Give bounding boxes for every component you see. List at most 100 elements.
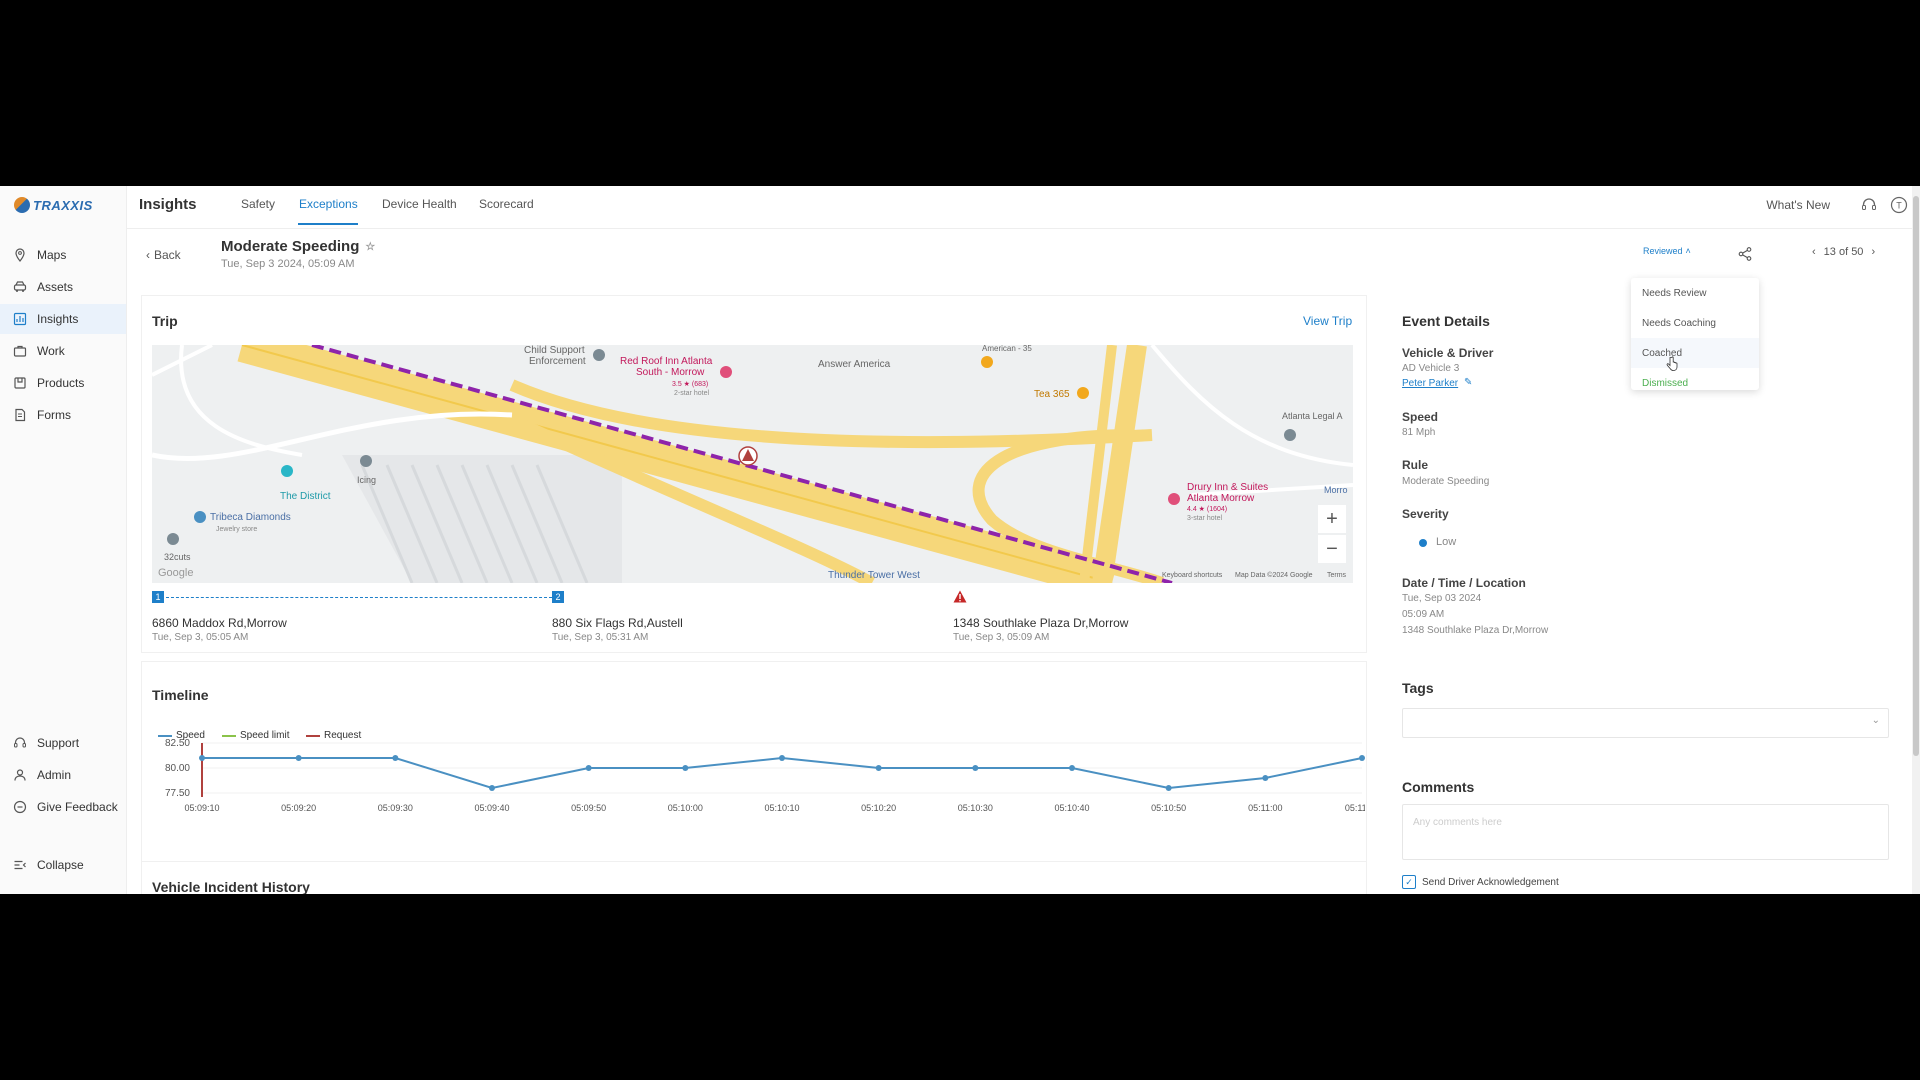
x-tick-label: 05:09:10 [184,803,219,813]
tab-scorecard[interactable]: Scorecard [479,197,534,211]
trip-map[interactable]: Child Support Enforcement Red Roof Inn A… [152,345,1353,583]
tab-safety[interactable]: Safety [241,197,275,211]
edit-pencil-icon[interactable]: ✎ [1464,377,1472,388]
x-tick-label: 05:09:50 [571,803,606,813]
x-tick-label: 05:09:30 [378,803,413,813]
speed-data-point [585,765,592,771]
zoom-out-button[interactable]: − [1318,535,1346,563]
tab-device-health[interactable]: Device Health [382,197,457,211]
send-driver-acknowledgement[interactable]: ✓ Send Driver Acknowledgement [1402,875,1559,889]
event-date: Tue, Sep 03 2024 [1402,593,1482,604]
user-avatar-icon[interactable]: T [1890,196,1908,214]
zoom-in-button[interactable]: + [1318,505,1346,533]
support-headset-icon[interactable] [1860,196,1878,214]
map-label: South - Morrow [636,367,705,378]
logo-mark-icon [14,197,30,213]
map-label: Child Support [524,345,585,356]
map-label: 3-star hotel [1187,515,1222,522]
timeline-title: Timeline [152,687,209,703]
y-tick-label: 82.50 [165,738,190,749]
sidebar-item-admin[interactable]: Admin [0,760,126,790]
vehicle-history-card [141,861,1367,894]
top-bar: Insights Safety Exceptions Device Health… [127,186,1920,229]
status-option-needs-review[interactable]: Needs Review [1631,278,1759,308]
page-title: Insights [139,196,197,213]
sidebar-item-label: Support [37,736,80,750]
status-option-needs-coaching[interactable]: Needs Coaching [1631,308,1759,338]
stop-address-2: 880 Six Flags Rd,Austell [552,616,683,630]
page-scrollbar[interactable] [1912,186,1920,894]
map-label: Red Roof Inn Atlanta [620,356,713,367]
comments-textarea[interactable]: Any comments here [1402,804,1889,860]
map-label: Tea 365 [1034,389,1070,400]
hand-cursor-icon [1666,356,1678,371]
share-icon[interactable] [1737,246,1753,262]
map-label: Jewelry store [216,526,257,533]
chart-icon [13,312,27,326]
speed-data-point [875,765,882,771]
map-label: 32cuts [164,552,191,562]
event-warning-marker[interactable] [738,446,758,466]
speed-data-point [1165,785,1172,791]
comments-title: Comments [1402,779,1475,795]
timeline-chart[interactable]: 82.50 80.00 77.50 05:09:10 05:09:20 05:09:30 0… [150,738,1365,818]
sidebar-item-forms[interactable]: Forms [0,400,126,430]
sidebar-item-insights[interactable]: Insights [0,304,126,334]
sidebar: TRAXXIS Maps Assets Insights Work Produc… [0,186,127,894]
x-tick-label: 05:10:50 [1151,803,1186,813]
severity-value: Low [1436,536,1457,548]
app-screen: TRAXXIS Maps Assets Insights Work Produc… [0,186,1920,894]
sidebar-item-maps[interactable]: Maps [0,240,126,270]
stop-time-2: Tue, Sep 3, 05:31 AM [552,632,649,643]
sidebar-item-label: Give Feedback [37,800,118,814]
sidebar-item-support[interactable]: Support [0,728,126,758]
event-title: Moderate Speeding ☆ [221,238,375,255]
collapse-icon [13,858,27,872]
whats-new-link[interactable]: What's New [1766,198,1830,212]
prev-icon[interactable]: ‹ [1812,246,1816,258]
speed-value: 81 Mph [1402,427,1436,438]
vehicle-history-title: Vehicle Incident History [152,879,310,894]
map-label: Thunder Tower West [828,570,920,581]
map-attribution[interactable]: Terms [1327,572,1346,579]
status-option-coached[interactable]: Coached [1631,338,1759,368]
tags-select[interactable]: ⌄ [1402,708,1889,738]
sidebar-item-work[interactable]: Work [0,336,126,366]
stop-time-1: Tue, Sep 3, 05:05 AM [152,632,249,643]
vehicle-driver-label: Vehicle & Driver [1402,346,1494,360]
map-label: American - 35 [982,345,1032,353]
event-time: 05:09 AM [1402,609,1445,620]
acknowledgement-checkbox[interactable]: ✓ [1402,875,1416,889]
chevron-left-icon: ‹ [146,248,150,262]
scrollbar-thumb[interactable] [1913,196,1919,756]
acknowledgement-label: Send Driver Acknowledgement [1422,876,1559,888]
tags-title: Tags [1402,680,1434,696]
brand-logo[interactable]: TRAXXIS [14,194,94,216]
tab-exceptions[interactable]: Exceptions [299,197,358,211]
briefcase-icon [13,344,27,358]
star-icon[interactable]: ☆ [365,240,375,253]
map-label: Enforcement [529,356,586,367]
sidebar-item-label: Collapse [37,858,84,872]
view-trip-link[interactable]: View Trip [1303,314,1352,328]
map-attribution[interactable]: Keyboard shortcuts [1162,572,1222,579]
sidebar-item-label: Maps [37,248,67,262]
driver-link[interactable]: Peter Parker [1402,378,1458,389]
stop-connector [166,597,552,598]
status-dropdown-button[interactable]: Reviewed ˄ [1643,246,1691,256]
status-option-dismissed[interactable]: Dismissed [1631,368,1759,398]
x-tick-label: 05:10:30 [958,803,993,813]
sidebar-item-collapse[interactable]: Collapse [0,850,126,880]
speed-data-point [682,765,689,771]
sidebar-item-assets[interactable]: Assets [0,272,126,302]
map-label: 3.5 ★ (683) [672,380,708,388]
legend-swatch [306,734,320,737]
message-icon [13,800,27,814]
back-button[interactable]: ‹ Back [146,248,181,262]
x-tick-label: 05:10:20 [861,803,896,813]
x-tick-label: 05:10:40 [1054,803,1089,813]
sidebar-item-products[interactable]: Products [0,368,126,398]
next-icon[interactable]: › [1871,246,1875,258]
sidebar-item-give-feedback[interactable]: Give Feedback [0,792,126,822]
sidebar-item-label: Insights [37,312,79,326]
